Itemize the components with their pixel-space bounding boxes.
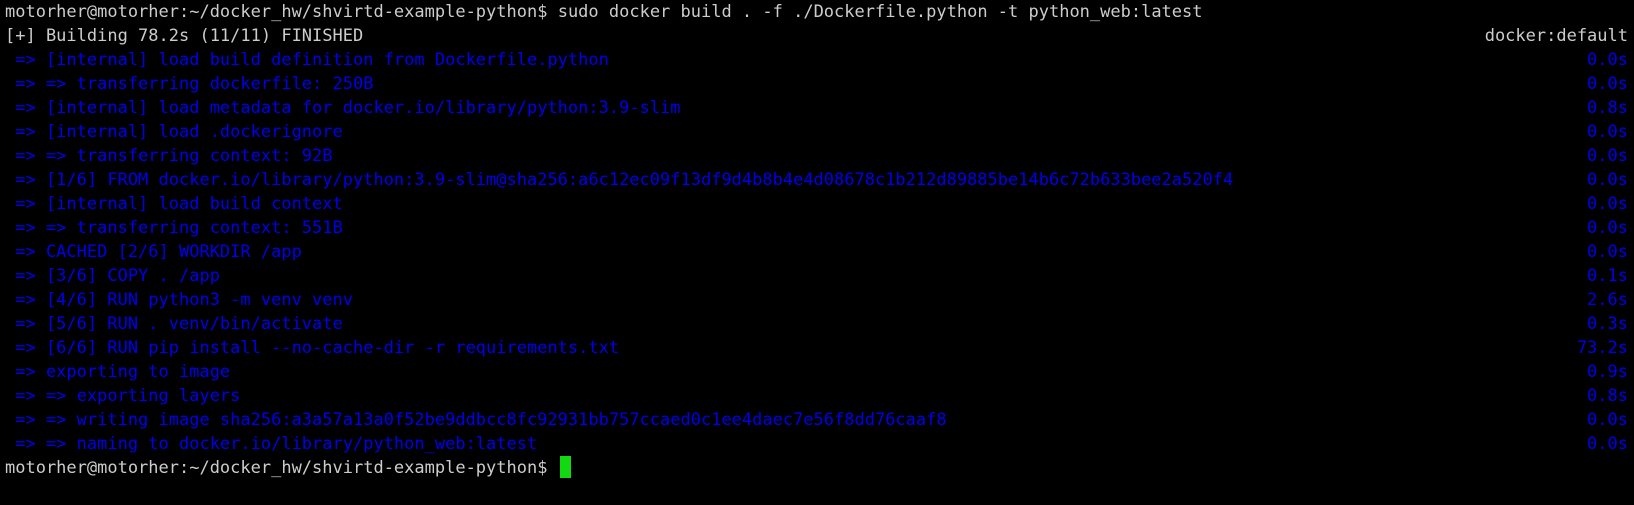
build-step: => [5/6] RUN . venv/bin/activate 0.3s	[0, 312, 1634, 336]
text-cursor[interactable]	[559, 456, 571, 478]
build-step: => => transferring dockerfile: 250B 0.0s	[0, 72, 1634, 96]
step-time: 0.0s	[1587, 242, 1628, 262]
step-text: => exporting to image	[5, 362, 231, 382]
step-text: => [internal] load metadata for docker.i…	[5, 98, 681, 118]
step-text: => [6/6] RUN pip install --no-cache-dir …	[5, 338, 620, 358]
build-step: => [1/6] FROM docker.io/library/python:3…	[0, 168, 1634, 192]
step-time: 0.0s	[1587, 410, 1628, 430]
step-time: 0.1s	[1587, 266, 1628, 286]
step-text: => CACHED [2/6] WORKDIR /app	[5, 242, 302, 262]
step-time: 0.0s	[1587, 218, 1628, 238]
step-time: 0.3s	[1587, 314, 1628, 334]
step-time: 0.0s	[1587, 434, 1628, 454]
build-step: => [6/6] RUN pip install --no-cache-dir …	[0, 336, 1634, 360]
step-text: => [1/6] FROM docker.io/library/python:3…	[5, 170, 1234, 190]
build-step: => => transferring context: 551B 0.0s	[0, 216, 1634, 240]
final-prompt-line[interactable]: motorher@motorher:~/docker_hw/shvirtd-ex…	[0, 456, 1634, 480]
build-status-text: [+] Building 78.2s (11/11) FINISHED	[5, 26, 364, 46]
build-step: => [internal] load build definition from…	[0, 48, 1634, 72]
step-text: => => exporting layers	[5, 386, 241, 406]
build-step: => [4/6] RUN python3 -m venv venv 2.6s	[0, 288, 1634, 312]
build-step: => [internal] load .dockerignore 0.0s	[0, 120, 1634, 144]
step-text: => [5/6] RUN . venv/bin/activate	[5, 314, 343, 334]
step-time: 2.6s	[1587, 290, 1628, 310]
build-step: => => exporting layers 0.8s	[0, 384, 1634, 408]
step-text: => => transferring dockerfile: 250B	[5, 74, 374, 94]
build-step: => => naming to docker.io/library/python…	[0, 432, 1634, 456]
step-time: 0.8s	[1587, 98, 1628, 118]
build-step: => => writing image sha256:a3a57a13a0f52…	[0, 408, 1634, 432]
build-step: => => transferring context: 92B 0.0s	[0, 144, 1634, 168]
step-time: 0.0s	[1587, 194, 1628, 214]
command-line: motorher@motorher:~/docker_hw/shvirtd-ex…	[0, 0, 1634, 24]
build-step: => [internal] load metadata for docker.i…	[0, 96, 1634, 120]
step-time: 0.0s	[1587, 122, 1628, 142]
builder-name: docker:default	[1484, 26, 1628, 46]
build-step: => exporting to image 0.9s	[0, 360, 1634, 384]
step-text: => [4/6] RUN python3 -m venv venv	[5, 290, 353, 310]
step-text: => [internal] load build definition from…	[5, 50, 609, 70]
step-text: => [3/6] COPY . /app	[5, 266, 220, 286]
build-status-line: [+] Building 78.2s (11/11) FINISHED docke…	[0, 24, 1634, 48]
step-time: 0.0s	[1587, 170, 1628, 190]
step-text: => => transferring context: 92B	[5, 146, 333, 166]
build-step: => [3/6] COPY . /app 0.1s	[0, 264, 1634, 288]
step-time: 0.9s	[1587, 362, 1628, 382]
step-text: => => writing image sha256:a3a57a13a0f52…	[5, 410, 947, 430]
step-time: 0.8s	[1587, 386, 1628, 406]
build-step: => [internal] load build context 0.0s	[0, 192, 1634, 216]
step-text: => => naming to docker.io/library/python…	[5, 434, 538, 454]
command-text: sudo docker build . -f ./Dockerfile.pyth…	[557, 2, 1203, 22]
step-time: 0.0s	[1587, 74, 1628, 94]
step-text: => [internal] load .dockerignore	[5, 122, 343, 142]
shell-prompt: motorher@motorher:~/docker_hw/shvirtd-ex…	[5, 2, 548, 22]
step-text: => => transferring context: 551B	[5, 218, 343, 238]
build-step: => CACHED [2/6] WORKDIR /app 0.0s	[0, 240, 1634, 264]
shell-prompt: motorher@motorher:~/docker_hw/shvirtd-ex…	[5, 458, 548, 478]
step-text: => [internal] load build context	[5, 194, 343, 214]
step-time: 0.0s	[1587, 146, 1628, 166]
step-time: 0.0s	[1587, 50, 1628, 70]
terminal-window[interactable]: motorher@motorher:~/docker_hw/shvirtd-ex…	[0, 0, 1634, 505]
step-time: 73.2s	[1576, 338, 1628, 358]
